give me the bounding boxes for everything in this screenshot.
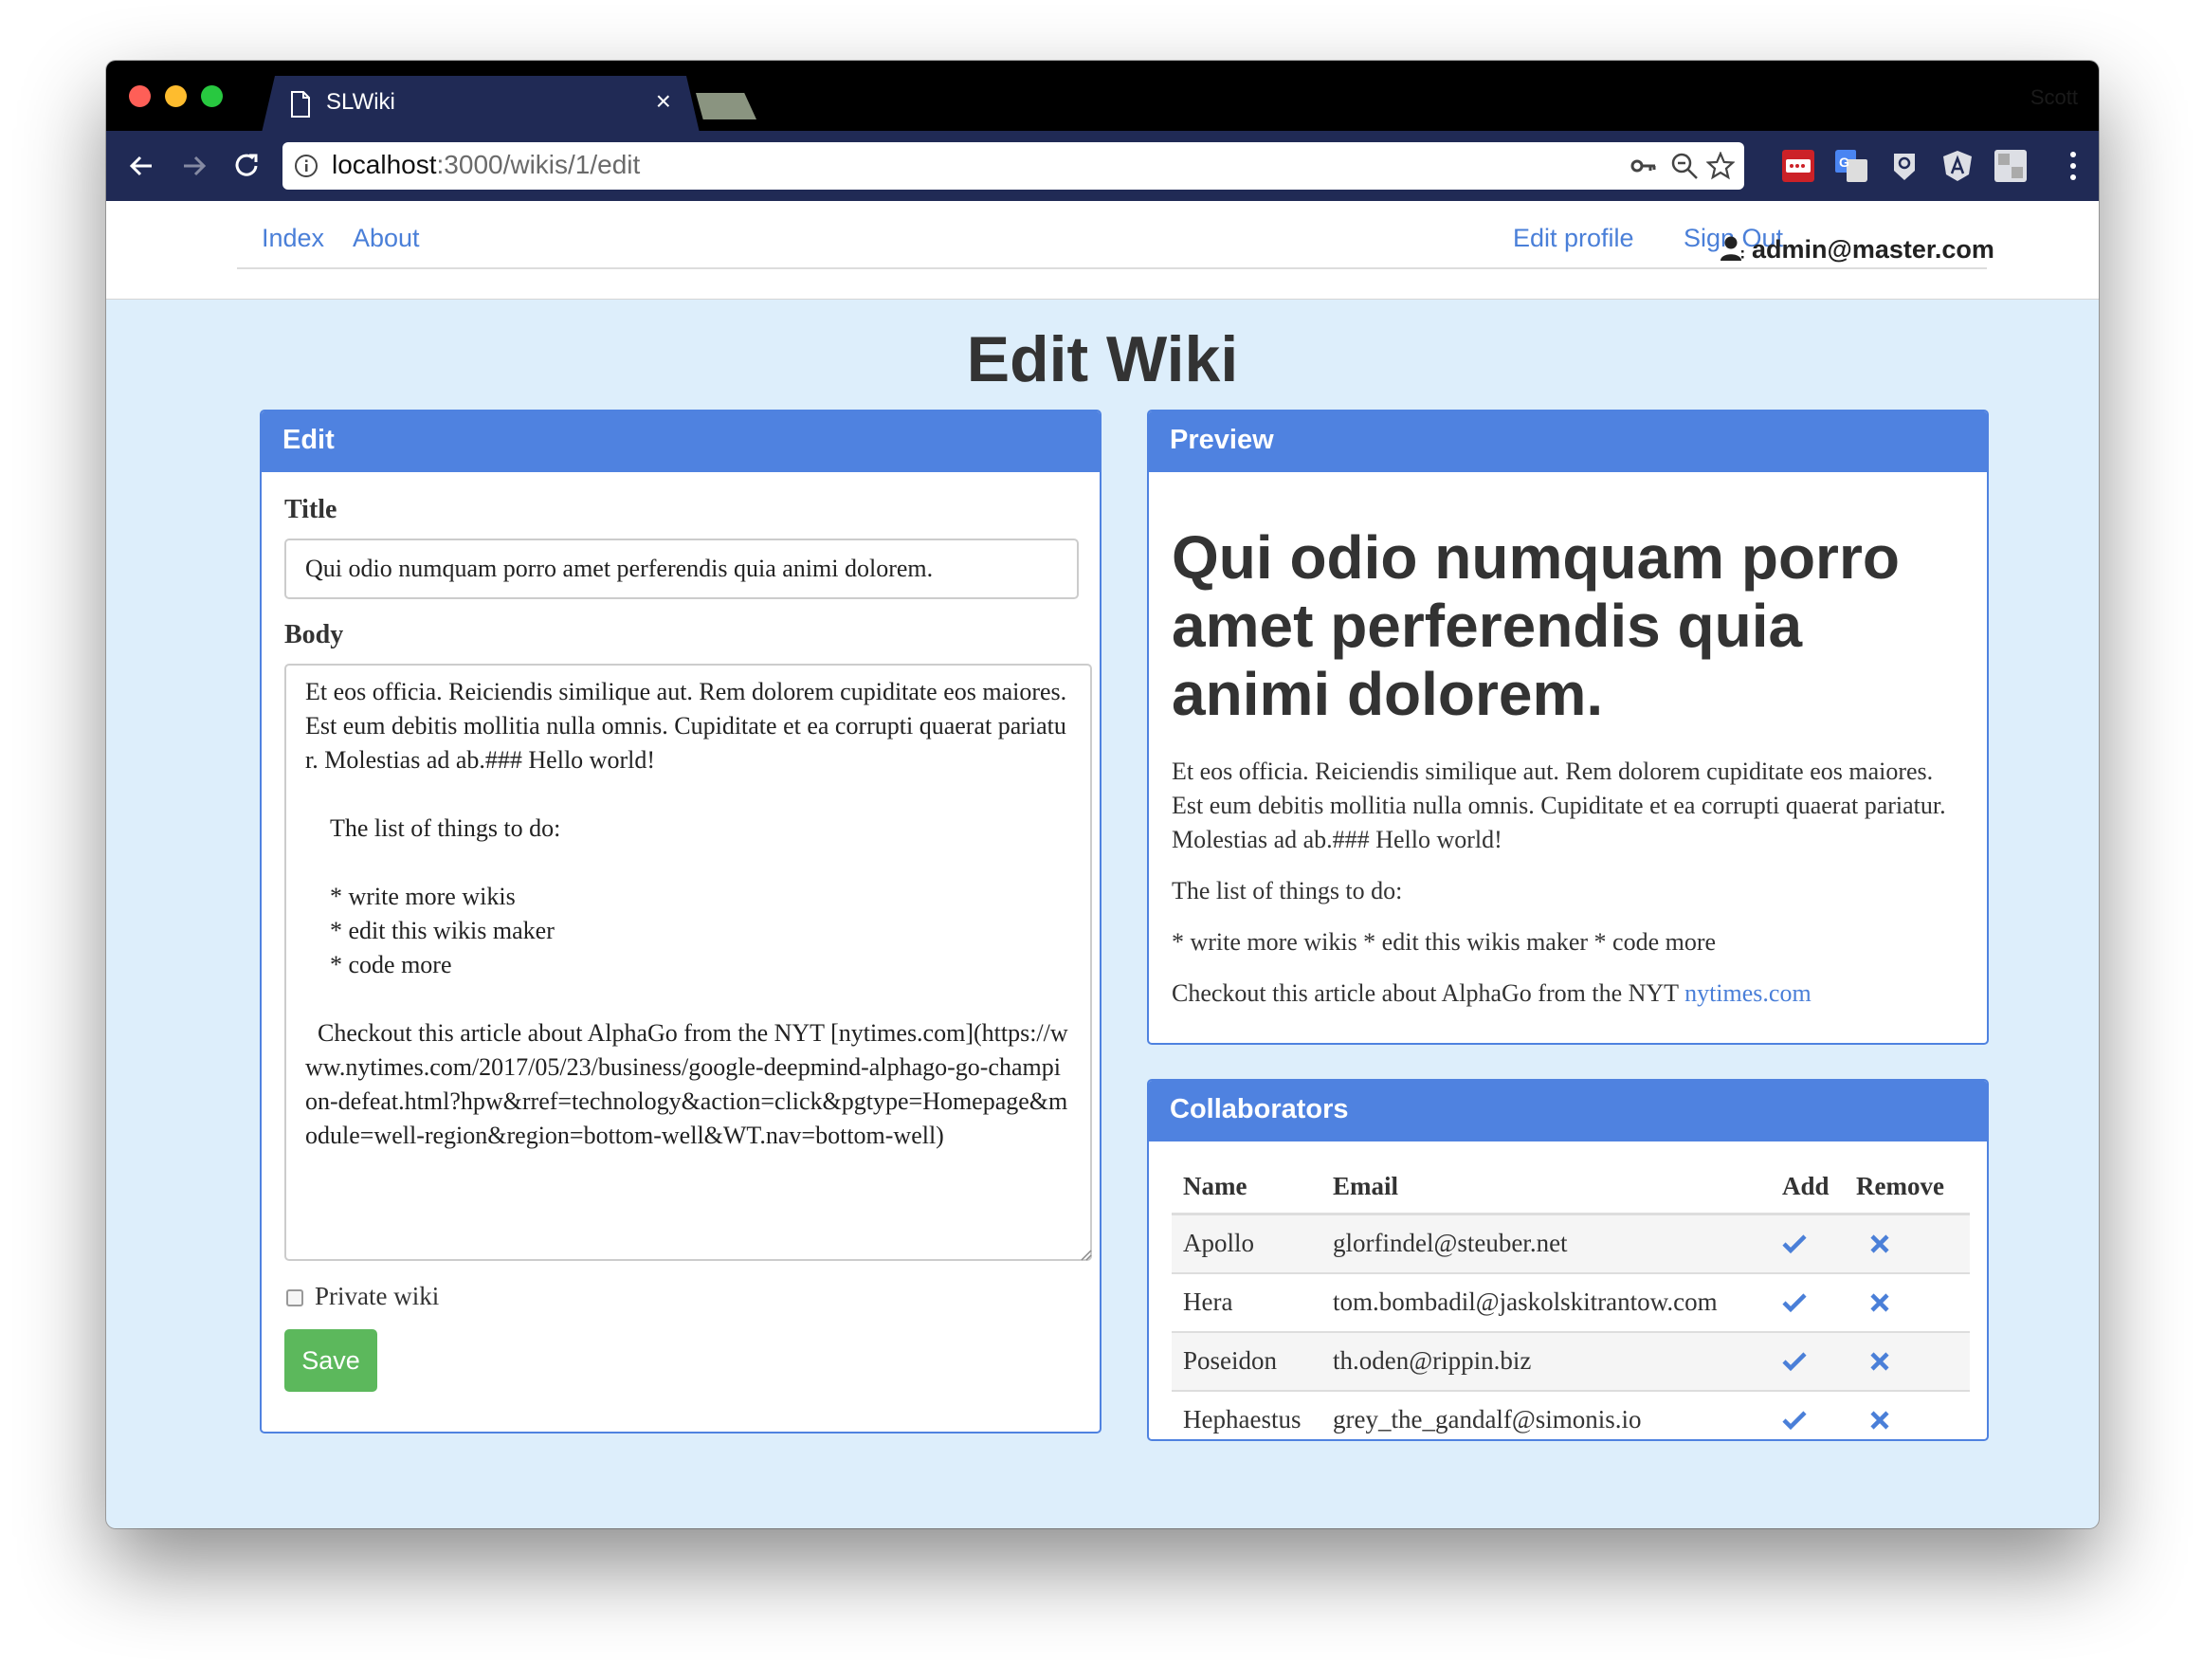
column-header-add: Add bbox=[1771, 1164, 1845, 1215]
remove-cell bbox=[1845, 1331, 1970, 1392]
reload-icon[interactable] bbox=[229, 148, 265, 184]
resize-grip-icon[interactable] bbox=[1077, 1246, 1092, 1261]
remove-cell bbox=[1845, 1272, 1970, 1333]
preview-article-text: Checkout this article about AlphaGo from… bbox=[1172, 979, 1685, 1007]
translate-icon[interactable]: G bbox=[1835, 150, 1867, 182]
nav-about-link[interactable]: About bbox=[353, 224, 420, 253]
title-input[interactable] bbox=[284, 539, 1079, 599]
save-button[interactable]: Save bbox=[284, 1329, 377, 1392]
document-icon bbox=[290, 91, 311, 118]
table-row: Hera tom.bombadil@jaskolskitrantow.com bbox=[1172, 1272, 1970, 1333]
address-bar[interactable]: localhost:3000/wikis/1/edit bbox=[282, 142, 1744, 190]
body-textarea[interactable]: Et eos officia. Reiciendis similique aut… bbox=[284, 664, 1092, 1261]
close-window-button[interactable] bbox=[129, 85, 151, 107]
collaborator-name: Poseidon bbox=[1172, 1331, 1321, 1392]
browser-window: SLWiki × Scott localhost:3000/wikis/1/ed… bbox=[106, 61, 2099, 1528]
checkmark-icon[interactable] bbox=[1782, 1410, 1807, 1431]
private-wiki-label[interactable]: Private wiki bbox=[315, 1282, 439, 1311]
edit-panel: Edit Title Body Et eos officia. Reiciend… bbox=[260, 410, 1102, 1433]
column-header-email: Email bbox=[1321, 1164, 1771, 1215]
angular-icon[interactable] bbox=[1941, 150, 1974, 182]
edit-panel-heading: Edit bbox=[262, 411, 1100, 472]
x-icon[interactable] bbox=[1869, 1351, 1890, 1372]
forward-icon[interactable] bbox=[176, 148, 212, 184]
user-icon bbox=[1721, 236, 1744, 261]
preview-panel: Preview Qui odio numquam porro amet perf… bbox=[1147, 410, 1989, 1045]
minimize-window-button[interactable] bbox=[165, 85, 187, 107]
title-bar: SLWiki × Scott bbox=[106, 61, 2099, 131]
collaborator-name: Hera bbox=[1172, 1272, 1321, 1333]
zoom-window-button[interactable] bbox=[201, 85, 223, 107]
collaborator-name: Hephaestus bbox=[1172, 1390, 1321, 1439]
table-row: Hephaestus grey_the_gandalf@simonis.io bbox=[1172, 1390, 1970, 1439]
add-cell bbox=[1771, 1214, 1845, 1274]
user-email: admin@master.com bbox=[1752, 235, 1994, 264]
menu-icon[interactable] bbox=[2068, 148, 2078, 184]
table-row: Poseidon th.oden@rippin.biz bbox=[1172, 1331, 1970, 1392]
collaborator-email: th.oden@rippin.biz bbox=[1321, 1331, 1771, 1392]
page-title: Edit Wiki bbox=[966, 323, 1239, 395]
table-header-row: Name Email Add Remove bbox=[1172, 1164, 1970, 1215]
preview-title: Qui odio numquam porro amet perferendis … bbox=[1172, 523, 1900, 728]
collaborators-table: Name Email Add Remove Apollo glorfindel@… bbox=[1172, 1164, 1970, 1439]
tab-title: SLWiki bbox=[326, 89, 395, 115]
preview-article-line: Checkout this article about AlphaGo from… bbox=[1172, 977, 1958, 1011]
collaborators-panel-heading: Collaborators bbox=[1149, 1081, 1987, 1141]
collaborators-panel: Collaborators Name Email Add Remove Apol… bbox=[1147, 1079, 1989, 1441]
column-header-remove: Remove bbox=[1845, 1164, 1970, 1215]
current-user: admin@master.com bbox=[1720, 235, 1994, 267]
collaborator-email: grey_the_gandalf@simonis.io bbox=[1321, 1390, 1771, 1439]
key-icon[interactable] bbox=[1629, 152, 1657, 180]
remove-cell bbox=[1845, 1390, 1970, 1439]
navbar-container: Index About Edit profile Sign Out admin@… bbox=[237, 201, 1994, 269]
tab-close-icon[interactable]: × bbox=[656, 87, 671, 116]
add-cell bbox=[1771, 1331, 1845, 1392]
preview-list: * write more wikis * edit this wikis mak… bbox=[1172, 928, 1717, 956]
preview-panel-heading: Preview bbox=[1149, 411, 1987, 472]
url-host: localhost bbox=[332, 150, 437, 179]
bulb-icon[interactable] bbox=[1888, 150, 1921, 182]
checkmark-icon[interactable] bbox=[1782, 1292, 1807, 1313]
zoom-icon[interactable] bbox=[1670, 152, 1699, 180]
remove-cell bbox=[1845, 1214, 1970, 1274]
url-text[interactable]: localhost:3000/wikis/1/edit bbox=[332, 150, 640, 180]
lastpass-icon[interactable] bbox=[1782, 150, 1814, 182]
browser-toolbar: localhost:3000/wikis/1/edit G bbox=[106, 131, 2099, 201]
nytimes-link[interactable]: nytimes.com bbox=[1684, 979, 1812, 1007]
title-label: Title bbox=[284, 495, 337, 524]
info-icon[interactable] bbox=[294, 154, 319, 178]
add-cell bbox=[1771, 1272, 1845, 1333]
back-icon[interactable] bbox=[123, 148, 159, 184]
puzzle-icon[interactable] bbox=[1994, 150, 2027, 182]
svg-text:G: G bbox=[1839, 155, 1849, 170]
body-label: Body bbox=[284, 620, 344, 649]
preview-list-heading: The list of things to do: bbox=[1172, 877, 1403, 904]
x-icon[interactable] bbox=[1869, 1292, 1890, 1313]
x-icon[interactable] bbox=[1869, 1233, 1890, 1254]
nav-edit-profile-link[interactable]: Edit profile bbox=[1513, 224, 1634, 253]
table-row: Apollo glorfindel@steuber.net bbox=[1172, 1214, 1970, 1274]
collaborator-email: tom.bombadil@jaskolskitrantow.com bbox=[1321, 1272, 1771, 1333]
collaborator-name: Apollo bbox=[1172, 1214, 1321, 1274]
column-header-name: Name bbox=[1172, 1164, 1321, 1215]
nav-index-link[interactable]: Index bbox=[262, 224, 324, 253]
star-icon[interactable] bbox=[1706, 152, 1735, 180]
checkmark-icon[interactable] bbox=[1782, 1351, 1807, 1372]
x-icon[interactable] bbox=[1869, 1410, 1890, 1431]
collaborator-email: glorfindel@steuber.net bbox=[1321, 1214, 1771, 1274]
checkmark-icon[interactable] bbox=[1782, 1233, 1807, 1254]
url-path: :3000/wikis/1/edit bbox=[436, 150, 641, 179]
preview-paragraph: Et eos officia. Reiciendis similique aut… bbox=[1172, 758, 1946, 853]
add-cell bbox=[1771, 1390, 1845, 1439]
app-navbar: Index About Edit profile Sign Out admin@… bbox=[106, 201, 2099, 300]
profile-name[interactable]: Scott bbox=[2030, 85, 2078, 110]
new-tab-button[interactable] bbox=[696, 93, 756, 119]
browser-tab[interactable]: SLWiki × bbox=[262, 76, 700, 133]
private-wiki-checkbox[interactable] bbox=[286, 1289, 303, 1306]
